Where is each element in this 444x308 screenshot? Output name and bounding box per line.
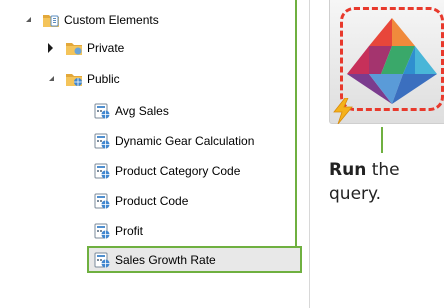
tree-item-public[interactable]: Public — [45, 68, 120, 90]
tree-item-sales-growth-rate[interactable]: Sales Growth Rate — [87, 246, 302, 273]
calculation-icon — [94, 163, 110, 179]
collapse-arrow-icon[interactable] — [45, 74, 55, 84]
tree-item-product-category-code[interactable]: Product Category Code — [94, 160, 240, 182]
run-callout-line — [381, 127, 383, 153]
tree-item-label: Sales Growth Rate — [115, 252, 216, 267]
folder-globe-icon — [66, 74, 82, 86]
tree-item-custom-elements[interactable]: Custom Elements — [22, 9, 159, 31]
tree-item-product-code[interactable]: Product Code — [94, 190, 188, 212]
tree-item-private[interactable]: Private — [45, 37, 124, 59]
calculation-icon — [94, 252, 110, 267]
tree-item-dynamic-gear-calculation[interactable]: Dynamic Gear Calculation — [94, 130, 254, 152]
custom-elements-tree: Custom Elements Private Public Avg Sales… — [0, 0, 310, 308]
tree-item-label: Product Category Code — [115, 164, 241, 178]
folder-info-icon — [43, 15, 59, 27]
instruction-text: Run the query. — [329, 158, 444, 206]
calculation-icon — [94, 223, 110, 239]
tree-item-avg-sales[interactable]: Avg Sales — [94, 100, 169, 122]
tree-item-label: Custom Elements — [64, 13, 159, 27]
collapse-arrow-icon[interactable] — [22, 15, 32, 25]
callout-line — [295, 0, 297, 246]
tree-item-label: Public — [87, 72, 120, 86]
expand-arrow-icon[interactable] — [45, 43, 55, 53]
tree-item-label: Profit — [115, 224, 144, 238]
tree-item-label: Private — [87, 41, 125, 55]
tree-item-label: Dynamic Gear Calculation — [115, 134, 255, 148]
instruction-line2: query. — [329, 184, 382, 204]
tree-item-label: Product Code — [115, 194, 189, 208]
lightning-icon — [333, 98, 353, 124]
folder-icon — [66, 43, 82, 55]
tree-item-label: Avg Sales — [115, 104, 169, 118]
tree-item-profit[interactable]: Profit — [94, 220, 143, 242]
run-query-icon — [347, 18, 437, 104]
calculation-icon — [94, 133, 110, 149]
instruction-bold: Run — [329, 160, 367, 180]
calculation-icon — [94, 103, 110, 119]
calculation-icon — [94, 193, 110, 209]
instruction-rest: the — [366, 160, 400, 180]
